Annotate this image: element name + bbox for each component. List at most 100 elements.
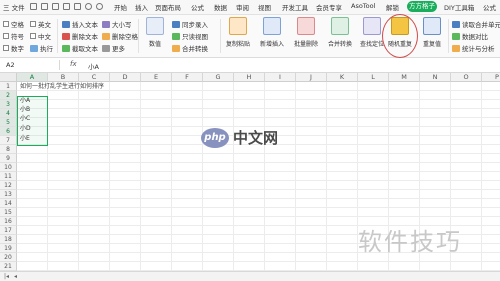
column-header-o[interactable]: O bbox=[451, 73, 482, 82]
menu-home[interactable]: 开始 bbox=[114, 2, 127, 12]
checkbox[interactable] bbox=[30, 33, 36, 39]
menu-data[interactable]: 数据 bbox=[214, 2, 227, 12]
print-icon[interactable] bbox=[52, 3, 59, 10]
row-header-20[interactable]: 20 bbox=[0, 253, 17, 262]
row-header-2[interactable]: 2 bbox=[0, 91, 17, 100]
column-header-f[interactable]: F bbox=[172, 73, 203, 82]
column-header-g[interactable]: G bbox=[203, 73, 234, 82]
batch-delete-button[interactable]: 批量删除 bbox=[290, 17, 322, 48]
row-header-19[interactable]: 19 bbox=[0, 244, 17, 253]
row-header-14[interactable]: 14 bbox=[0, 199, 17, 208]
stats-analysis-button[interactable]: 统计与分析 bbox=[452, 43, 495, 53]
menu-fangfanggezi-tab[interactable]: 方方格子 bbox=[407, 1, 437, 12]
keep-only-button[interactable]: 数值 bbox=[140, 17, 170, 48]
column-header-n[interactable]: N bbox=[420, 73, 451, 82]
row-header-12[interactable]: 12 bbox=[0, 181, 17, 190]
prev-sheet-icon[interactable]: ◂ bbox=[14, 273, 17, 280]
redo-icon[interactable] bbox=[96, 3, 103, 10]
row-header-5[interactable]: 5 bbox=[0, 118, 17, 127]
delete-text-button[interactable]: 删除文本 bbox=[62, 31, 98, 41]
extract-text-button[interactable]: 截取文本 bbox=[62, 43, 98, 53]
first-sheet-icon[interactable]: |◂ bbox=[4, 273, 9, 280]
row-header-11[interactable]: 11 bbox=[0, 172, 17, 181]
row-header-17[interactable]: 17 bbox=[0, 226, 17, 235]
checkbox[interactable] bbox=[3, 33, 9, 39]
menu-diy-toolbox[interactable]: DIY工具箱 bbox=[444, 2, 474, 12]
cell-a3[interactable]: 小B bbox=[18, 106, 47, 114]
cell-a5[interactable]: 小D bbox=[18, 125, 47, 133]
column-header-l[interactable]: L bbox=[358, 73, 389, 82]
column-header-e[interactable]: E bbox=[141, 73, 172, 82]
column-header-h[interactable]: H bbox=[234, 73, 265, 82]
undo-icon[interactable] bbox=[85, 3, 92, 10]
readonly-view-button[interactable]: 只读视图 bbox=[172, 31, 208, 41]
row-header-8[interactable]: 8 bbox=[0, 145, 17, 154]
more-button[interactable]: 更多 bbox=[102, 43, 125, 53]
read-merged-cells-button[interactable]: 读取合并单元格 bbox=[452, 19, 500, 29]
menu-view[interactable]: 视图 bbox=[258, 2, 271, 12]
folder-icon[interactable] bbox=[41, 3, 48, 10]
check-chinese[interactable]: 中文 bbox=[30, 31, 51, 41]
file-menu[interactable]: 三 文件 bbox=[3, 2, 25, 12]
menu-asotool[interactable]: AsoTool bbox=[351, 2, 375, 10]
menu-unlock[interactable]: 解锁 bbox=[386, 2, 399, 12]
column-header-j[interactable]: J bbox=[296, 73, 327, 82]
duplicate-values-button[interactable]: 重复值 bbox=[418, 17, 446, 48]
row-header-15[interactable]: 15 bbox=[0, 208, 17, 217]
delete-space-button[interactable]: 删除空格 bbox=[102, 31, 138, 41]
menu-formula-2[interactable]: 公式 bbox=[483, 2, 496, 12]
row-header-18[interactable]: 18 bbox=[0, 235, 17, 244]
row-header-9[interactable]: 9 bbox=[0, 154, 17, 163]
save-icon[interactable] bbox=[30, 3, 37, 10]
execute-button[interactable]: 执行 bbox=[30, 43, 53, 53]
row-header-10[interactable]: 10 bbox=[0, 163, 17, 172]
new-insert-button[interactable]: 新增插入 bbox=[256, 17, 288, 48]
checkbox[interactable] bbox=[3, 45, 9, 51]
menu-page-layout[interactable]: 页面布局 bbox=[155, 2, 181, 12]
check-space[interactable]: 空格 bbox=[3, 19, 24, 29]
check-english[interactable]: 英文 bbox=[30, 19, 51, 29]
menu-insert[interactable]: 插入 bbox=[135, 2, 148, 12]
checkbox[interactable] bbox=[30, 21, 36, 27]
cell-a6[interactable]: 小E bbox=[18, 135, 47, 143]
menu-formula[interactable]: 公式 bbox=[191, 2, 204, 12]
cell-a2[interactable]: 小A bbox=[18, 97, 47, 105]
row-header-1[interactable]: 1 bbox=[0, 82, 17, 91]
merge-convert-button[interactable]: 合并转换 bbox=[324, 17, 356, 48]
name-box[interactable]: A2 bbox=[2, 60, 60, 70]
row-header-3[interactable]: 3 bbox=[0, 100, 17, 109]
row-header-21[interactable]: 21 bbox=[0, 262, 17, 271]
row-header-13[interactable]: 13 bbox=[0, 190, 17, 199]
menu-member[interactable]: 会员专享 bbox=[316, 2, 342, 12]
row-header-4[interactable]: 4 bbox=[0, 109, 17, 118]
check-number[interactable]: 数字 bbox=[3, 43, 24, 53]
checkbox[interactable] bbox=[3, 21, 9, 27]
menu-review[interactable]: 审阅 bbox=[236, 2, 249, 12]
select-all-corner[interactable] bbox=[0, 73, 17, 82]
column-header-p[interactable]: P bbox=[482, 73, 500, 82]
check-symbol[interactable]: 符号 bbox=[3, 31, 24, 41]
copy-paste-button[interactable]: 复制粘贴 bbox=[222, 17, 254, 48]
fx-icon[interactable]: fx bbox=[70, 60, 77, 68]
column-header-b[interactable]: B bbox=[48, 73, 79, 82]
sync-input-button[interactable]: 同步录入 bbox=[172, 19, 208, 29]
row-header-7[interactable]: 7 bbox=[0, 136, 17, 145]
insert-text-button[interactable]: 插入文本 bbox=[62, 19, 98, 29]
column-header-k[interactable]: K bbox=[327, 73, 358, 82]
case-button[interactable]: 大小写 bbox=[102, 19, 132, 29]
formula-input[interactable]: 小A bbox=[88, 61, 99, 71]
preview-icon[interactable] bbox=[63, 3, 70, 10]
export-icon[interactable] bbox=[74, 3, 81, 10]
cell-a1[interactable]: 如何一批打乱学生进行如何排序 bbox=[18, 83, 218, 91]
column-header-i[interactable]: I bbox=[265, 73, 296, 82]
column-header-d[interactable]: D bbox=[110, 73, 141, 82]
row-header-16[interactable]: 16 bbox=[0, 217, 17, 226]
data-compare-button[interactable]: 数据对比 bbox=[452, 31, 488, 41]
merge-convert-small-button[interactable]: 合并转换 bbox=[172, 43, 208, 53]
column-header-c[interactable]: C bbox=[79, 73, 110, 82]
cell-a4[interactable]: 小C bbox=[18, 115, 47, 123]
row-header-6[interactable]: 6 bbox=[0, 127, 17, 136]
menu-developer[interactable]: 开发工具 bbox=[282, 2, 308, 12]
column-header-a[interactable]: A bbox=[17, 73, 48, 82]
column-header-m[interactable]: M bbox=[389, 73, 420, 82]
